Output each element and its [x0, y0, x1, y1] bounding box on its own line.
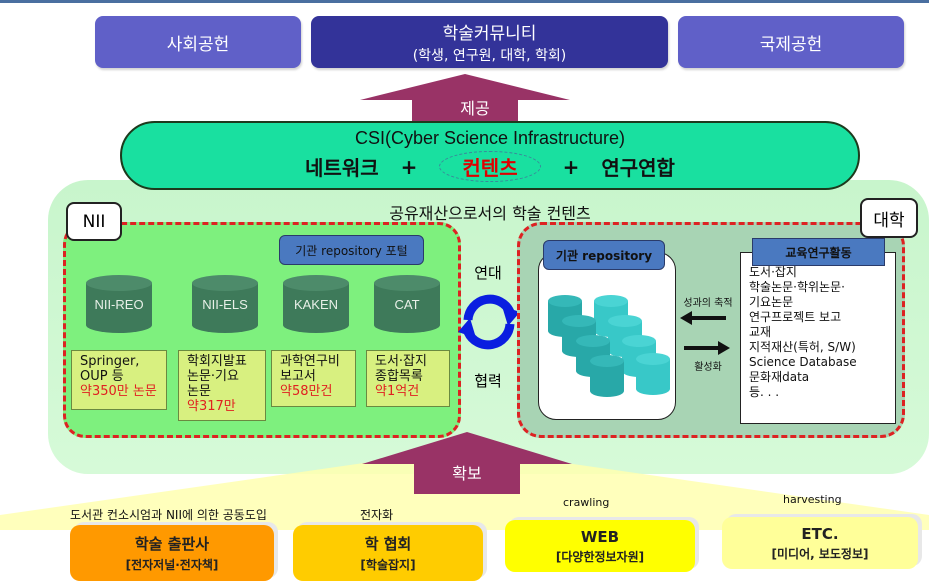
source-sub: [학술잡지]: [360, 558, 416, 572]
provide-label: 제공: [460, 99, 490, 118]
info-line: 과학연구비: [280, 354, 340, 369]
international-contribution-box: 국제공헌: [678, 16, 904, 68]
network-label: 네트워크: [305, 156, 379, 180]
edu-item: 연구프로젝트 보고: [749, 310, 842, 324]
edu-item: 지적재산(특허, S/W): [749, 340, 856, 354]
academic-community-sub: (학생, 연구원, 대학, 학회): [412, 48, 567, 64]
shared-contents-title: 공유재산으로서의 학술 컨텐츠: [389, 204, 591, 223]
database-label: NII-ELS: [202, 297, 248, 312]
source-sub: [전자저널·전자책]: [125, 558, 219, 572]
edu-item: 문화재data: [749, 370, 810, 384]
source-main: 학술 출판사: [134, 535, 210, 553]
csi-title: CSI(Cyber Science Infrastructure): [354, 128, 626, 148]
info-box: 도서·잡지 종합목록 약1억건: [366, 350, 450, 407]
academic-community-box: 학술커뮤니티 (학생, 연구원, 대학, 학회): [311, 16, 668, 68]
source-label: 전자화: [360, 508, 394, 522]
academic-community-label: 학술커뮤니티: [442, 24, 537, 44]
social-contribution-box: 사회공헌: [95, 16, 301, 68]
source-main: WEB: [580, 527, 620, 546]
source-label: crawling: [563, 496, 610, 509]
source-label: harvesting: [783, 493, 842, 506]
source-sub: [미디어, 보도정보]: [771, 546, 869, 561]
secure-label: 확보: [452, 464, 482, 483]
database-cylinder-icon: KAKEN: [283, 275, 349, 333]
repository-portal-box: 기관 repository 포털: [279, 235, 424, 265]
info-count: 약317만: [187, 399, 236, 414]
cooperation-bottom-label: 협력: [474, 372, 502, 390]
plus-sign: +: [400, 154, 418, 179]
edu-item: 학술논문·학위논문·: [749, 280, 845, 294]
database-icon: [636, 353, 670, 395]
info-box: 학회지발표 논문·기요 논문 약317만: [178, 350, 266, 421]
accumulation-label: 성과의 축적: [683, 298, 733, 309]
edu-item: 등. . .: [749, 385, 780, 399]
source-main: ETC.: [801, 524, 839, 543]
university-label: 대학: [860, 198, 918, 238]
database-cylinder-icon: NII-ELS: [192, 275, 258, 333]
institutional-repository-title: 기관 repository: [543, 240, 665, 270]
info-box: 과학연구비 보고서 약58만건: [271, 350, 356, 407]
info-line: 도서·잡지: [375, 354, 427, 369]
info-count: 약350만 논문: [80, 384, 157, 399]
database-cylinder-icon: NII-REO: [86, 275, 152, 333]
database-icon: [590, 355, 624, 397]
top-rule: [0, 0, 929, 3]
info-count: 약58만건: [280, 384, 333, 399]
edu-item: 교재: [749, 325, 772, 339]
info-line: Springer,: [80, 354, 140, 369]
nii-label: NII: [66, 202, 122, 241]
info-box: Springer, OUP 등 약350만 논문: [71, 350, 167, 410]
source-box-publisher: 학술 출판사 [전자저널·전자책]: [70, 525, 274, 581]
edu-item: 기요논문: [749, 295, 794, 309]
international-contribution-label: 국제공헌: [759, 34, 823, 55]
social-contribution-label: 사회공헌: [166, 34, 230, 55]
repository-database-icons: [548, 295, 678, 415]
source-sub: [다양한정보자원]: [555, 549, 645, 564]
arrow-right-icon: [684, 341, 730, 355]
info-count: 약1억건: [375, 384, 420, 399]
education-research-title: 교육연구활동: [752, 238, 885, 266]
arrow-left-icon: [680, 311, 726, 325]
database-label: KAKEN: [293, 297, 339, 312]
info-line: 학회지발표: [187, 354, 247, 369]
cooperation-top-label: 연대: [474, 264, 502, 282]
info-line: 보고서: [280, 369, 316, 384]
source-label: 도서관 컨소시엄과 NII에 의한 공동도입: [70, 508, 267, 522]
database-cylinder-icon: CAT: [374, 275, 440, 333]
plus-sign: +: [562, 154, 580, 179]
source-main: 학 협회: [364, 535, 412, 553]
contents-label: 컨텐츠: [439, 151, 541, 182]
source-box-etc: ETC. [미디어, 보도정보]: [722, 517, 918, 569]
source-box-society: 학 협회 [학술잡지]: [293, 525, 483, 581]
edu-item: 도서·잡지: [749, 265, 797, 279]
info-line: OUP 등: [80, 369, 124, 384]
activation-label: 활성화: [694, 362, 722, 373]
csi-banner: CSI(Cyber Science Infrastructure) 네트워크 +…: [120, 121, 860, 190]
source-box-web: WEB [다양한정보자원]: [505, 520, 695, 572]
cycle-arrows-icon: [458, 294, 520, 350]
info-line: 논문·기요: [187, 369, 239, 384]
database-label: CAT: [394, 297, 420, 312]
research-alliance-label: 연구연합: [601, 156, 675, 180]
database-label: NII-REO: [94, 297, 144, 312]
info-line: 논문: [187, 384, 211, 399]
education-research-list: 도서·잡지 학술논문·학위논문· 기요논문 연구프로젝트 보고 교재 지적재산(…: [740, 252, 896, 424]
edu-item: Science Database: [749, 355, 857, 369]
info-line: 종합목록: [375, 369, 423, 384]
